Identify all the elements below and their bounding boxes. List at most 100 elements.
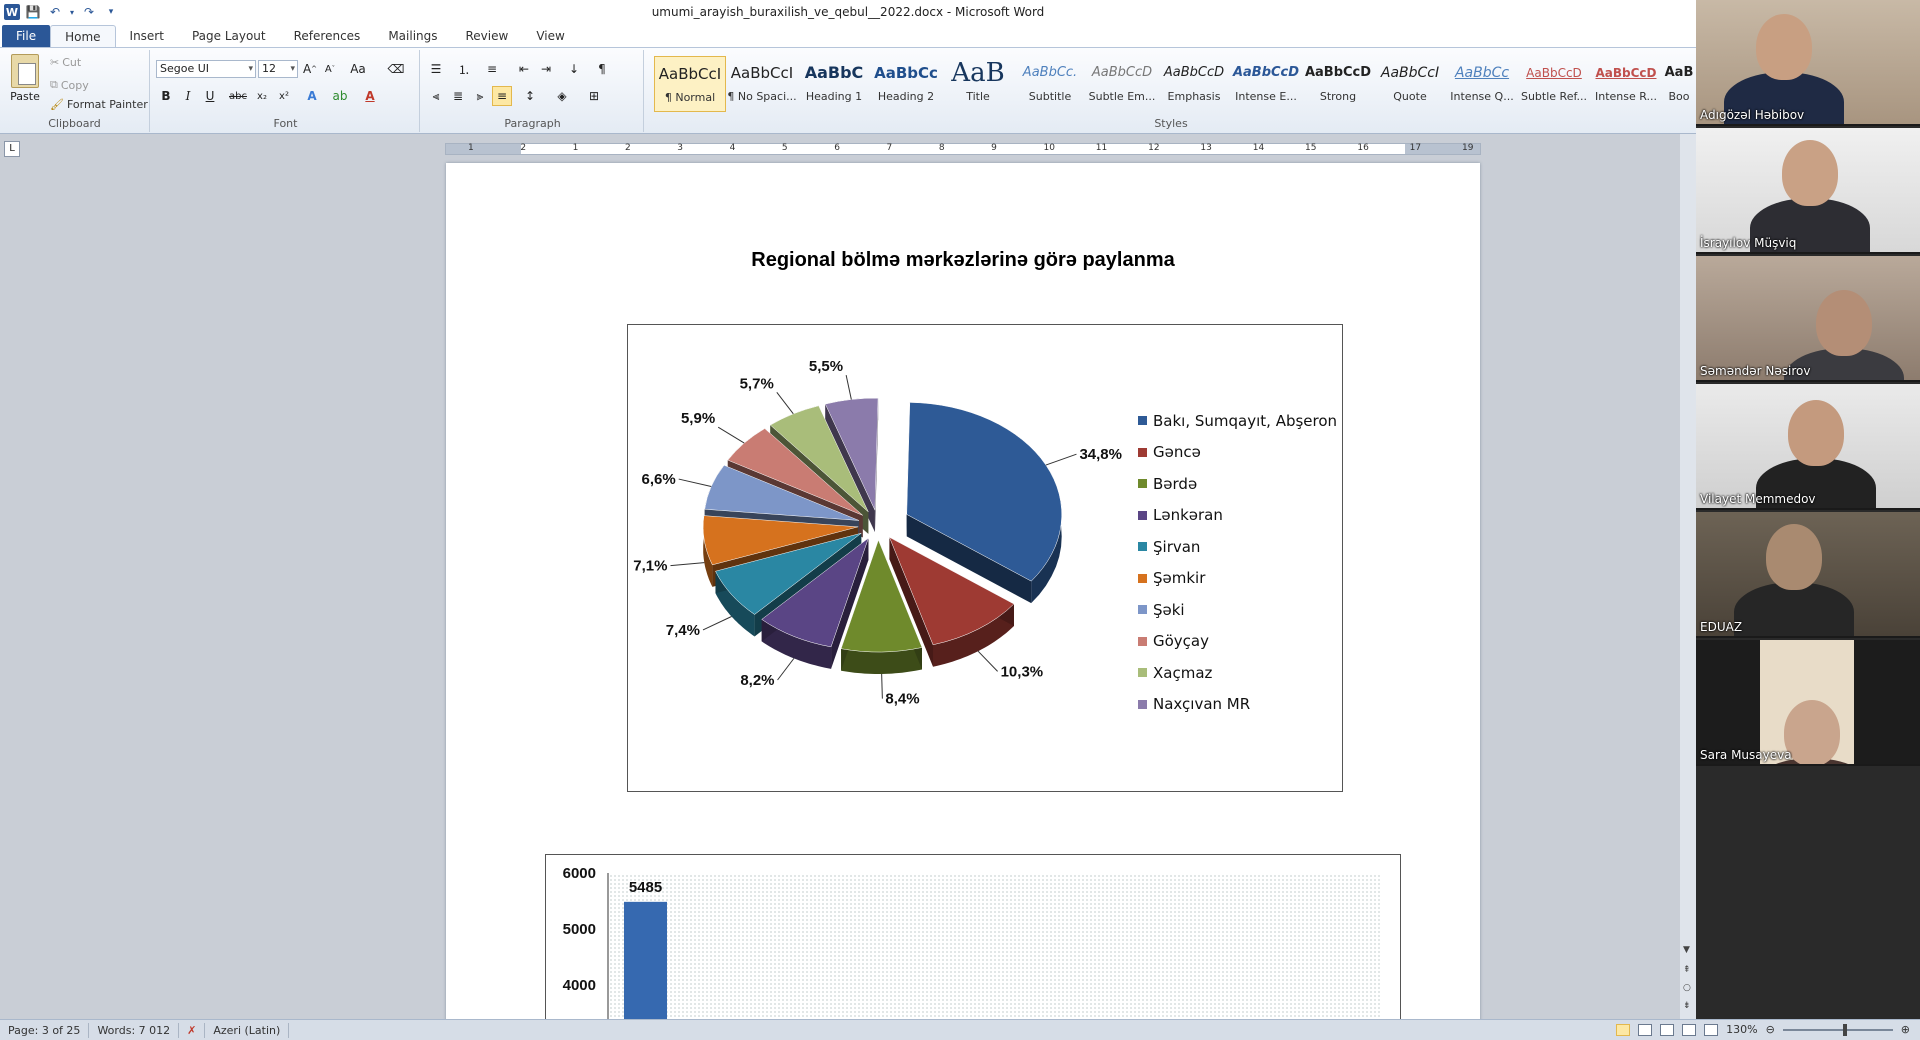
zoom-level[interactable]: 130%: [1726, 1023, 1757, 1036]
chevron-down-icon[interactable]: ▾: [68, 3, 76, 21]
participant-video-tile[interactable]: EDUAZ: [1696, 512, 1920, 638]
style-quote[interactable]: AaBbCcI Quote: [1374, 56, 1446, 112]
style-title[interactable]: AaB Title: [942, 56, 1014, 112]
paste-button[interactable]: Paste: [6, 54, 44, 103]
participant-video-tile[interactable]: Vilayet Memmedov: [1696, 384, 1920, 510]
sort-icon[interactable]: ↓: [564, 59, 584, 79]
tab-home[interactable]: Home: [50, 25, 116, 47]
save-icon[interactable]: 💾: [24, 3, 42, 21]
page-count[interactable]: Page: 3 of 25: [0, 1022, 90, 1038]
clear-formatting-icon[interactable]: ⌫: [386, 59, 406, 79]
italic-icon[interactable]: I: [178, 86, 198, 106]
web-layout-icon[interactable]: [1660, 1023, 1675, 1036]
redo-icon[interactable]: ↷: [80, 3, 98, 21]
vertical-scrollbar[interactable]: ▼ ⇞ ○ ⇟: [1680, 134, 1696, 1019]
cut-button[interactable]: ✂ Cut: [50, 56, 81, 69]
style-heading-1[interactable]: AaBbC Heading 1: [798, 56, 870, 112]
tab-insert[interactable]: Insert: [116, 25, 178, 47]
undo-icon[interactable]: ↶: [46, 3, 64, 21]
justify-icon[interactable]: ≡: [492, 86, 512, 106]
customize-qat-icon[interactable]: ▾: [102, 3, 120, 21]
tab-references[interactable]: References: [280, 25, 375, 47]
style-intense-emphasis[interactable]: AaBbCcD Intense E...: [1230, 56, 1302, 112]
previous-page-icon[interactable]: ⇞: [1683, 965, 1691, 975]
shrink-font-icon[interactable]: Aˇ: [320, 59, 340, 79]
style-intense-reference[interactable]: AaBbCcD Intense R...: [1590, 56, 1662, 112]
participant-video-tile[interactable]: Səməndər Nəsirov: [1696, 256, 1920, 382]
align-center-icon[interactable]: ≣: [448, 86, 468, 106]
word-count[interactable]: Words: 7 012: [89, 1022, 180, 1038]
style-subtle-emphasis[interactable]: AaBbCcD Subtle Em...: [1086, 56, 1158, 112]
pie-chart[interactable]: 34,8% 10,3% 8,4% 8,2% 7,4% 7,1% 6,6% 5,9% 5,7% 5,…: [627, 324, 1343, 792]
font-name-select[interactable]: Segoe UI: [156, 60, 256, 78]
zoom-out-icon[interactable]: ⊖: [1766, 1023, 1775, 1036]
text-effects-icon[interactable]: A: [302, 86, 322, 106]
style-name: Quote: [1393, 90, 1427, 103]
superscript-icon[interactable]: x²: [274, 86, 294, 106]
decrease-indent-icon[interactable]: ⇤: [514, 59, 534, 79]
bar-chart-svg: 6000 5000 4000 5485: [563, 865, 1382, 1023]
print-layout-icon[interactable]: [1616, 1023, 1631, 1036]
horizontal-ruler[interactable]: 1 2 1 2 3 4 5 6 7 8 9 10 11 12 13 14 15 16 17 19: [445, 143, 1481, 155]
style-emphasis[interactable]: AaBbCcD Emphasis: [1158, 56, 1230, 112]
document-page[interactable]: Regional bölmə mərkəzlərinə görə paylanm…: [446, 163, 1480, 1023]
strikethrough-icon[interactable]: abc: [228, 86, 248, 106]
legend-item: Gəncə: [1138, 437, 1337, 469]
tab-review[interactable]: Review: [452, 25, 523, 47]
borders-icon[interactable]: ⊞: [584, 86, 604, 106]
bar[interactable]: [624, 901, 667, 1023]
full-screen-reading-icon[interactable]: [1638, 1023, 1653, 1036]
style-heading-2[interactable]: AaBbCc Heading 2: [870, 56, 942, 112]
copy-button[interactable]: ⧉ Copy: [50, 78, 89, 92]
browse-object-icon[interactable]: ○: [1683, 983, 1691, 993]
style-subtle-reference[interactable]: AaBbCcD Subtle Ref...: [1518, 56, 1590, 112]
draft-view-icon[interactable]: [1704, 1023, 1719, 1036]
tab-mailings[interactable]: Mailings: [374, 25, 451, 47]
zoom-slider[interactable]: [1782, 1023, 1893, 1036]
outline-view-icon[interactable]: [1682, 1023, 1697, 1036]
word-app-icon[interactable]: W: [4, 4, 20, 20]
change-case-icon[interactable]: Aa: [348, 59, 368, 79]
legend-label: Göyçay: [1153, 632, 1209, 651]
show-formatting-icon[interactable]: ¶: [592, 59, 612, 79]
style-no-spacing[interactable]: AaBbCcI ¶ No Spaci...: [726, 56, 798, 112]
ruler-number: 1: [468, 143, 474, 153]
underline-icon[interactable]: U: [200, 86, 220, 106]
font-group: Segoe UI 12 A^ Aˇ Aa ⌫ B I U abc x₂ x² A…: [152, 50, 420, 132]
font-size-select[interactable]: 12: [258, 60, 298, 78]
tab-selector[interactable]: L: [4, 141, 20, 157]
style-intense-quote[interactable]: AaBbCc Intense Q...: [1446, 56, 1518, 112]
align-left-icon[interactable]: ⫷: [426, 86, 446, 106]
style-normal[interactable]: AaBbCcI ¶ Normal: [654, 56, 726, 112]
language-indicator[interactable]: Azeri (Latin): [205, 1022, 290, 1038]
participant-video-tile[interactable]: Sara Musayeva: [1696, 640, 1920, 766]
next-page-icon[interactable]: ⇟: [1683, 1001, 1691, 1011]
highlight-icon[interactable]: ab: [330, 86, 350, 106]
align-right-icon[interactable]: ⫸: [470, 86, 490, 106]
tab-file[interactable]: File: [2, 25, 51, 47]
numbering-icon[interactable]: ⒈: [454, 59, 474, 79]
legend-item: Xaçmaz: [1138, 657, 1337, 689]
bullets-icon[interactable]: ☰: [426, 59, 446, 79]
format-painter-button[interactable]: 🖌 Format Painter: [50, 98, 148, 111]
scroll-down-arrow-icon[interactable]: ▼: [1683, 945, 1690, 955]
bar-chart[interactable]: 6000 5000 4000 5485: [545, 854, 1401, 1023]
style-book-title[interactable]: AaB Boo: [1662, 56, 1696, 112]
font-color-icon[interactable]: A: [360, 86, 380, 106]
tab-page-layout[interactable]: Page Layout: [178, 25, 280, 47]
increase-indent-icon[interactable]: ⇥: [536, 59, 556, 79]
multilevel-list-icon[interactable]: ≡: [482, 59, 502, 79]
shading-icon[interactable]: ◈: [552, 86, 572, 106]
pie-slice[interactable]: [906, 402, 1062, 582]
line-spacing-icon[interactable]: ↕: [520, 86, 540, 106]
grow-font-icon[interactable]: A ^: [300, 59, 320, 79]
subscript-icon[interactable]: x₂: [252, 86, 272, 106]
style-subtitle[interactable]: AaBbCc. Subtitle: [1014, 56, 1086, 112]
tab-view[interactable]: View: [522, 25, 578, 47]
style-strong[interactable]: AaBbCcD Strong: [1302, 56, 1374, 112]
bold-icon[interactable]: B: [156, 86, 176, 106]
participant-video-tile[interactable]: Adıgözəl Həbibov: [1696, 0, 1920, 126]
participant-video-tile[interactable]: İsrayılov Müşviq: [1696, 128, 1920, 254]
proofing-status[interactable]: ✗: [179, 1022, 206, 1038]
zoom-in-icon[interactable]: ⊕: [1901, 1023, 1910, 1036]
